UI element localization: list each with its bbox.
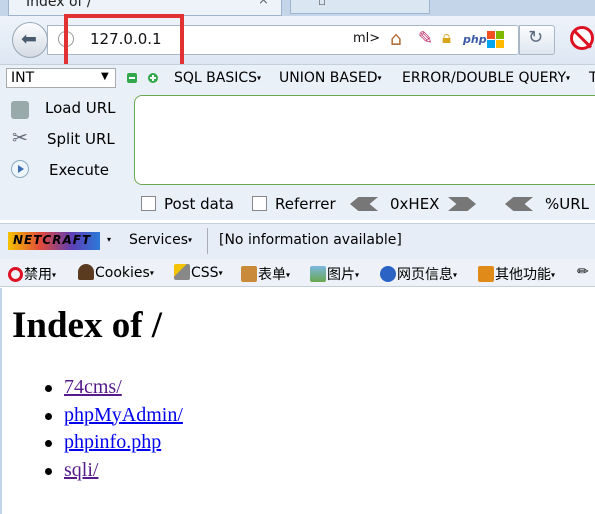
webdev-disable-menu[interactable]: 禁用▾ [8, 264, 56, 284]
webdev-info-menu[interactable]: 网页信息▾ [380, 264, 457, 284]
webdev-images-menu[interactable]: 图片▾ [310, 264, 359, 284]
netcraft-info-text: [No information available] [219, 232, 402, 248]
reload-icon: ↻ [528, 27, 544, 48]
toolbar-separator [207, 228, 208, 254]
browser-window: Index of / × ▫ ⬅ i 127.0.0.1 ml> ⌂ ✎ 🔒︎ … [0, 0, 595, 514]
load-url-button[interactable]: Load URL [45, 99, 116, 117]
webdev-css-menu[interactable]: CSS▾ [174, 264, 223, 281]
increase-icon[interactable] [148, 73, 158, 83]
misc-icon [478, 266, 494, 282]
link-phpmyadmin[interactable]: phpMyAdmin/ [64, 404, 183, 426]
list-item: phpinfo.php [45, 431, 183, 459]
tab-page-icon: ▫ [318, 0, 327, 8]
menu-sql-basics[interactable]: SQL BASICS▾ [174, 70, 261, 86]
windows-logo-icon[interactable] [487, 31, 505, 49]
lock-icon[interactable]: 🔒︎ [442, 28, 451, 48]
execute-icon [11, 160, 29, 178]
home-icon[interactable]: ⌂ [390, 28, 402, 50]
webdev-misc-menu[interactable]: 其他功能▾ [478, 264, 555, 284]
link-sqli[interactable]: sqli/ [64, 459, 98, 481]
link-74cms[interactable]: 74cms/ [64, 376, 122, 398]
pencil-icon[interactable]: ✏ [577, 264, 589, 280]
webdev-cookies-menu[interactable]: Cookies▾ [78, 264, 154, 281]
load-url-icon [11, 101, 29, 119]
services-menu[interactable]: Services▾ [129, 232, 192, 248]
decrease-icon[interactable] [127, 73, 137, 83]
execute-button[interactable]: Execute [49, 161, 109, 179]
netcraft-logo-text: NETCRAFT [13, 233, 92, 247]
list-item: sqli/ [45, 459, 183, 487]
cookies-icon [78, 264, 94, 280]
url-highlight-box [64, 14, 184, 68]
url-suffix-text: ml> [353, 31, 381, 46]
directory-list: 74cms/ phpMyAdmin/ phpinfo.php sqli/ [45, 376, 183, 487]
url-label: %URL [545, 195, 590, 213]
hackbar-type-value: INT [11, 70, 35, 86]
list-item: 74cms/ [45, 376, 183, 404]
forms-icon [241, 266, 257, 282]
back-button[interactable]: ⬅ [12, 22, 48, 58]
info-icon [380, 266, 396, 282]
css-icon [174, 264, 190, 280]
disable-icon [8, 267, 23, 282]
menu-union-based[interactable]: UNION BASED▾ [279, 70, 382, 86]
php-icon[interactable]: php [463, 33, 487, 46]
post-data-label: Post data [164, 195, 234, 213]
link-phpinfo[interactable]: phpinfo.php [64, 431, 161, 453]
page-frame-edge [0, 288, 2, 514]
hackbar-url-textarea[interactable] [134, 95, 595, 185]
referrer-checkbox[interactable] [252, 196, 267, 211]
tab-close-icon[interactable]: × [258, 0, 269, 8]
back-arrow-icon: ⬅ [21, 28, 37, 50]
referrer-label: Referrer [275, 195, 336, 213]
menu-truncated[interactable]: T [589, 70, 595, 86]
feather-icon[interactable]: ✎ [418, 28, 433, 49]
list-item: phpMyAdmin/ [45, 404, 183, 432]
split-url-button[interactable]: Split URL [47, 130, 115, 148]
tab-title: Index of / [26, 0, 92, 10]
hex-label: 0xHEX [390, 195, 440, 213]
page-title: Index of / [12, 305, 163, 346]
split-url-icon: ✂ [12, 127, 28, 149]
webdev-forms-menu[interactable]: 表单▾ [241, 264, 290, 284]
tab-inactive[interactable] [290, 0, 430, 14]
chevron-down-icon: ▼ [101, 71, 109, 82]
menu-error-double-query[interactable]: ERROR/DOUBLE QUERY▾ [402, 70, 570, 86]
noscript-icon[interactable] [570, 26, 594, 50]
netcraft-dropdown-icon[interactable]: ▾ [107, 235, 111, 244]
images-icon [310, 266, 326, 282]
post-data-checkbox[interactable] [141, 196, 156, 211]
